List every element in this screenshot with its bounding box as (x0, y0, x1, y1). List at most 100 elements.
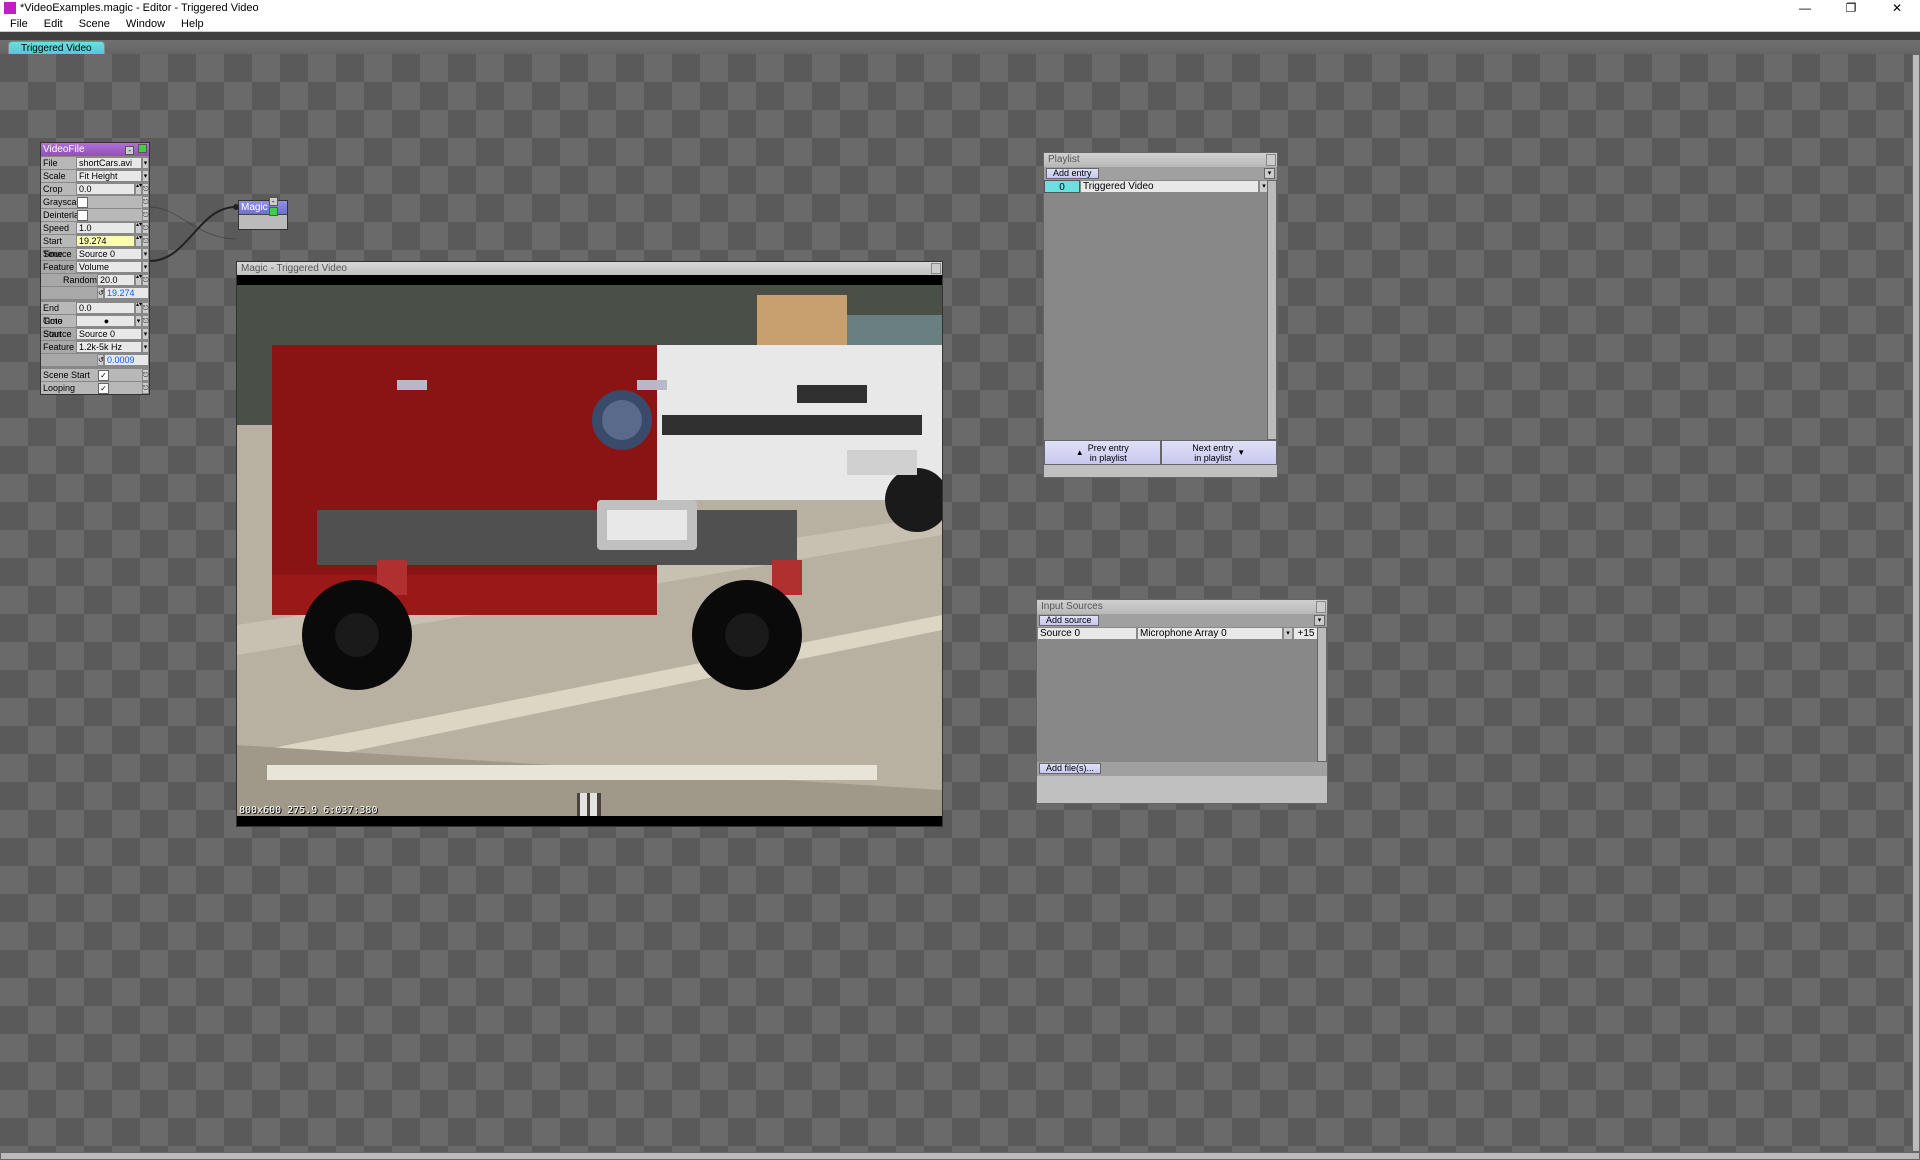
playlist-entry-name[interactable]: Triggered Video (1080, 180, 1259, 193)
input-sources-panel[interactable]: Input Sources Add source ▾ Source 0 Micr… (1036, 599, 1328, 804)
grayscale-link-icon[interactable]: ⎋ (142, 196, 149, 208)
gotostart-dd[interactable]: ▾ (135, 315, 142, 327)
btn-gotostart[interactable]: ● (76, 315, 135, 327)
workspace-hscrollbar[interactable] (0, 1152, 1920, 1160)
source1-dropdown[interactable]: ▾ (142, 248, 149, 260)
preview-window[interactable]: Magic - Triggered Video (236, 261, 943, 827)
scenestart-link-icon[interactable]: ⎋ (142, 369, 149, 381)
playlist-scrollbar[interactable] (1267, 180, 1277, 440)
lbl-speed: Speed (41, 222, 76, 234)
workspace-vscrollbar[interactable] (1912, 54, 1920, 1152)
preview-header[interactable]: Magic - Triggered Video (237, 262, 942, 275)
menu-help[interactable]: Help (173, 18, 212, 30)
workspace[interactable]: VideoFile - FileshortCars.avi▾ ScaleFit … (0, 54, 1920, 1152)
random-spinner[interactable]: ▴▾ (135, 274, 142, 286)
window-title: *VideoExamples.magic - Editor - Triggere… (20, 2, 259, 14)
looping-link-icon[interactable]: ⎋ (142, 382, 149, 394)
starttime-spinner[interactable]: ▴▾ (135, 235, 142, 247)
file-browse-button[interactable]: ▾ (142, 157, 149, 169)
playlist-scroll-thumb-icon[interactable] (1267, 180, 1277, 440)
menu-window[interactable]: Window (118, 18, 173, 30)
endtime-link-icon[interactable]: ⎋ (142, 302, 149, 314)
source-row[interactable]: Source 0 Microphone Array 0 ▾ +15 (1037, 627, 1327, 640)
endtime-spinner[interactable]: ▴▾ (135, 302, 142, 314)
chk-deinterlace[interactable] (77, 210, 88, 221)
magic-minimize-icon[interactable]: - (269, 197, 278, 206)
add-source-button[interactable]: Add source (1039, 615, 1099, 626)
node-enable-icon[interactable] (138, 144, 147, 153)
node-magic[interactable]: Magic - (238, 200, 288, 230)
sources-scroll-thumb-icon[interactable] (1317, 627, 1327, 762)
chk-grayscale[interactable] (77, 197, 88, 208)
gotostart-link-icon[interactable]: ⎋ (142, 315, 149, 327)
val-feature2[interactable]: 1.2k-5k Hz (76, 341, 142, 353)
node-minimize-icon[interactable]: - (125, 146, 134, 155)
tab-triggered-video[interactable]: Triggered Video (8, 41, 105, 54)
menu-file[interactable]: File (2, 18, 36, 30)
source2-dropdown[interactable]: ▾ (142, 328, 149, 340)
menubar: File Edit Scene Window Help (0, 16, 1920, 32)
playlist-options-dropdown[interactable]: ▾ (1264, 168, 1275, 179)
prev-entry-button[interactable]: ▲Prev entry in playlist (1044, 440, 1161, 465)
val-file[interactable]: shortCars.avi (76, 157, 142, 169)
sources-header[interactable]: Input Sources (1037, 600, 1327, 614)
node-magic-header[interactable]: Magic - (239, 201, 287, 214)
feat-reset-icon[interactable]: ↺ (97, 354, 104, 366)
source-device[interactable]: Microphone Array 0 (1137, 627, 1283, 640)
node-videofile-header[interactable]: VideoFile - (41, 143, 149, 156)
add-files-button[interactable]: Add file(s)... (1039, 763, 1101, 774)
maximize-button[interactable]: ❐ (1828, 0, 1874, 16)
ws-hscroll-thumb-icon[interactable] (0, 1152, 1920, 1160)
next-entry-button[interactable]: Next entry in playlist▼ (1161, 440, 1278, 465)
source-name[interactable]: Source 0 (1037, 627, 1137, 640)
preview-overlay-text: 800x600 275.9 6:037:380 (239, 805, 377, 816)
feature2-dropdown[interactable]: ▾ (142, 341, 149, 353)
deinterlace-link-icon[interactable]: ⎋ (142, 209, 149, 221)
scale-dropdown[interactable]: ▾ (142, 170, 149, 182)
feature1-dropdown[interactable]: ▾ (142, 261, 149, 273)
val-scale[interactable]: Fit Height (76, 170, 142, 182)
starttime-link-icon[interactable]: ⎋ (142, 235, 149, 247)
crop-spinner[interactable]: ▴▾ (135, 183, 142, 195)
speed-link-icon[interactable]: ⎋ (142, 222, 149, 234)
sources-scrollbar[interactable] (1317, 627, 1327, 762)
menu-scene[interactable]: Scene (71, 18, 118, 30)
preview-maximize-button[interactable] (931, 263, 941, 274)
val-starttime[interactable]: 19.274 (76, 235, 135, 247)
menu-edit[interactable]: Edit (36, 18, 71, 30)
playlist-entry-index[interactable]: 0 (1044, 180, 1080, 193)
speed-spinner[interactable]: ▴▾ (135, 222, 142, 234)
playlist-header[interactable]: Playlist (1044, 153, 1277, 167)
source-device-dropdown[interactable]: ▾ (1283, 627, 1293, 640)
playlist-list[interactable]: 0 Triggered Video ▾ (1044, 180, 1277, 440)
preview-title: Magic - Triggered Video (241, 262, 347, 275)
val-random[interactable]: 20.0 (97, 274, 135, 286)
random-link-icon[interactable]: ⎋ (142, 274, 149, 286)
source-gain[interactable]: +15 (1293, 627, 1319, 640)
val-source2[interactable]: Source 0 (76, 328, 142, 340)
val-source1[interactable]: Source 0 (76, 248, 142, 260)
crop-link-icon[interactable]: ⎋ (142, 183, 149, 195)
playlist-row[interactable]: 0 Triggered Video ▾ (1044, 180, 1277, 193)
sources-list[interactable]: Source 0 Microphone Array 0 ▾ +15 (1037, 627, 1327, 762)
playlist-close-button[interactable] (1266, 154, 1276, 166)
val-endtime[interactable]: 0.0 (76, 302, 135, 314)
chk-scenestart[interactable]: ✓ (98, 370, 109, 381)
node-videofile[interactable]: VideoFile - FileshortCars.avi▾ ScaleFit … (40, 142, 150, 395)
triangle-right-icon: ▼ (1237, 448, 1245, 458)
playlist-panel[interactable]: Playlist Add entry ▾ 0 Triggered Video ▾… (1043, 152, 1278, 478)
chk-looping[interactable]: ✓ (98, 383, 109, 394)
val-feature1[interactable]: Volume (76, 261, 142, 273)
minimize-button[interactable]: — (1782, 0, 1828, 16)
close-button[interactable]: ✕ (1874, 0, 1920, 16)
sources-close-button[interactable] (1316, 601, 1326, 613)
val-speed[interactable]: 1.0 (76, 222, 135, 234)
magic-enable-icon[interactable] (269, 207, 278, 216)
triangle-left-icon: ▲ (1076, 448, 1084, 458)
add-entry-button[interactable]: Add entry (1046, 168, 1099, 179)
playlist-nav: ▲Prev entry in playlist Next entry in pl… (1044, 440, 1277, 465)
rand-reset-icon[interactable]: ↺ (97, 287, 104, 299)
ws-vscroll-thumb-icon[interactable] (1912, 54, 1920, 1152)
val-crop[interactable]: 0.0 (76, 183, 135, 195)
sources-options-dropdown[interactable]: ▾ (1314, 615, 1325, 626)
